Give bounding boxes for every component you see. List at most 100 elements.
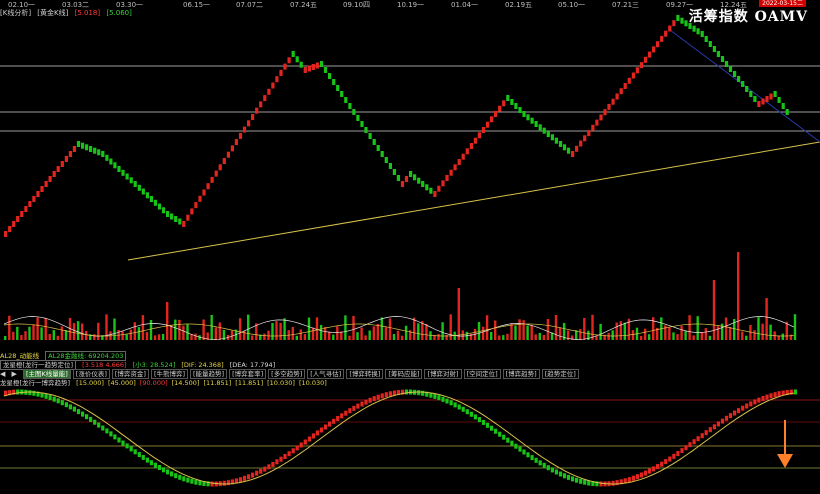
renko-brick [8,226,12,232]
tab-prev-arrow[interactable]: ◀ [0,370,5,378]
volume-bar [745,335,748,340]
oscillator-brick [745,403,749,409]
volume-bar [481,326,485,340]
oscillator-brick [473,414,477,420]
tab-11[interactable]: [空间定位] [463,369,501,379]
renko-brick [627,77,631,84]
tab-next-arrow[interactable]: ▶ [11,370,16,378]
indicator2-name[interactable]: 龙星橙[龙行一博弈趋势] [0,379,70,387]
renko-brick [498,105,502,112]
volume-bar [332,334,335,340]
oscillator-brick [279,456,283,462]
renko-brick [566,147,571,154]
indicator2-param: [14.500] [171,379,200,387]
renko-brick [623,83,627,89]
tab-9[interactable]: [筹码应能] [385,369,423,379]
volume-bar [591,314,594,340]
tab-3[interactable]: [牛熊博弈] [150,369,189,379]
indicator2-param: [11.851] [203,379,232,387]
indicator2-param: [10.030] [267,379,295,387]
tab-6[interactable]: [多空趋势] [268,369,306,379]
oscillator-brick [631,475,635,481]
tab-2[interactable]: [博弈资金] [111,369,149,379]
volume-bar [522,320,525,340]
oscillator-brick [469,411,473,417]
renko-brick [251,114,255,120]
renko-brick [186,214,190,221]
volume-bar [380,317,383,340]
volume-bar [291,327,294,340]
renko-brick [465,148,469,155]
oscillator-brick [566,474,571,480]
tab-8[interactable]: [博弈转换] [346,369,384,379]
tab-1[interactable]: [涨价仪表] [72,369,110,379]
oscillator-brick [530,455,534,461]
renko-brick [149,196,153,202]
oscillator-brick [498,431,502,437]
volume-bar [64,330,68,340]
tab-4[interactable]: [能量趋势] [190,369,228,379]
volume-bar [12,331,15,340]
renko-brick [153,199,157,206]
volume-bar [36,317,39,340]
renko-brick [4,231,8,237]
oscillator-brick [368,397,372,403]
volume-bar [623,322,626,340]
oscillator-brick [174,473,178,479]
renko-brick [64,156,68,162]
tab-5[interactable]: [博弈套率] [229,369,267,379]
oscillator-brick [704,430,708,436]
renko-brick [761,98,765,105]
oscillator-brick [688,442,692,448]
oscillator-brick [579,478,583,484]
volume-bar [44,318,47,340]
renko-brick [631,72,635,79]
oscillator-brick [753,399,757,405]
tab-0[interactable]: [主图K线量能] [22,369,71,379]
renko-brick [660,35,664,42]
volume-bar [137,327,141,340]
tab-10[interactable]: [博弈对射] [424,369,462,379]
oscillator-brick [194,479,198,485]
renko-brick [24,206,28,212]
renko-brick [481,127,486,133]
tab-13[interactable]: [趋势定位] [541,369,579,379]
volume-bar [793,314,797,340]
renko-brick [607,103,611,110]
renko-brick [113,162,117,169]
oscillator-brick [332,418,336,424]
oscillator-brick [85,414,89,420]
volume-bar [502,335,505,340]
oscillator-brick [749,401,753,407]
renko-brick [16,216,20,222]
volume-bar [668,327,671,340]
oscillator-brick [109,431,113,437]
volume-bar [149,320,153,340]
volume-bar [32,324,35,340]
volume-bar [271,323,274,340]
oscillator-brick [291,448,295,454]
oscillator-brick [757,397,761,403]
renko-brick [619,88,623,95]
renko-brick [635,67,639,74]
renko-brick [506,95,510,101]
renko-brick [453,164,457,171]
tab-7[interactable]: [人气寻估] [307,369,345,379]
volume-bar [392,334,396,340]
renko-brick [145,192,149,199]
renko-brick [668,25,672,32]
oscillator-brick [502,434,506,440]
oscillator-brick [712,424,716,430]
oscillator-brick [445,398,449,404]
renko-brick [400,181,405,187]
renko-brick [538,124,542,131]
price-chart [0,15,820,340]
volume-bar [4,336,7,340]
renko-brick [133,181,137,187]
oscillator-brick [453,402,457,408]
volume-bar [534,334,537,340]
volume-bar [307,317,311,340]
tab-12[interactable]: [博弈趋势] [502,369,540,379]
oscillator-brick [583,479,587,485]
volume-bar [696,316,699,340]
